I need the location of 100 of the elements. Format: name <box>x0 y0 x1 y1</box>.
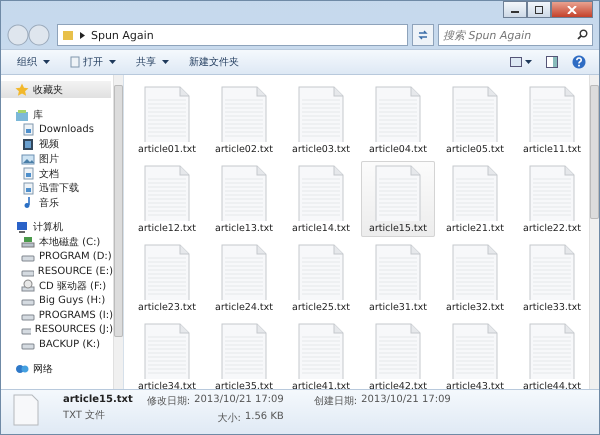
text-file-icon <box>144 323 190 379</box>
file-item[interactable]: article21.txt <box>438 161 512 237</box>
sidebar-item[interactable]: Big Guys (H:) <box>1 293 113 308</box>
file-item[interactable]: article14.txt <box>284 161 358 237</box>
field-label: 创建日期: <box>314 394 358 408</box>
text-file-icon <box>529 86 575 142</box>
text-file-icon <box>529 165 575 221</box>
text-file-icon <box>452 244 498 300</box>
cd-drive-icon <box>21 279 35 292</box>
star-icon <box>15 83 29 96</box>
text-file-icon <box>298 165 344 221</box>
text-file-icon <box>13 394 39 426</box>
text-file-icon <box>529 244 575 300</box>
file-item[interactable]: article05.txt <box>438 82 512 158</box>
computer-icon <box>15 220 29 234</box>
address-path: Spun Again <box>91 28 154 42</box>
sidebar-item[interactable]: 图片 <box>1 152 113 166</box>
file-item[interactable]: article35.txt <box>207 319 281 389</box>
text-file-icon <box>298 244 344 300</box>
text-file-icon <box>144 86 190 142</box>
field-label: 修改日期: <box>146 394 190 408</box>
sidebar-item[interactable]: 音乐 <box>1 196 113 210</box>
sidebar-item[interactable]: RESOURCE (E:) <box>1 264 113 279</box>
toolbar-button[interactable]: 共享 <box>128 53 177 71</box>
address-bar[interactable]: Spun Again <box>57 24 408 46</box>
file-item[interactable]: article42.txt <box>361 319 435 389</box>
text-file-icon <box>452 86 498 142</box>
close-button[interactable] <box>551 1 593 18</box>
text-file-icon <box>298 323 344 379</box>
file-item[interactable]: article04.txt <box>361 82 435 158</box>
field-value: 2013/10/21 17:09 <box>194 394 284 407</box>
sidebar-item[interactable]: 计算机 <box>1 220 113 235</box>
scrollbar[interactable] <box>589 75 599 389</box>
file-name: article15.txt <box>63 394 133 405</box>
sidebar-item[interactable]: 网络 <box>1 362 113 376</box>
file-item[interactable]: article13.txt <box>207 161 281 237</box>
file-item[interactable]: article02.txt <box>207 82 281 158</box>
file-item[interactable]: article03.txt <box>284 82 358 158</box>
sidebar-item[interactable]: BACKUP (K:) <box>1 336 113 352</box>
file-item[interactable]: article41.txt <box>284 319 358 389</box>
text-file-icon <box>298 86 344 142</box>
file-item[interactable]: article24.txt <box>207 240 281 316</box>
drive-icon <box>21 236 35 249</box>
file-item[interactable]: article34.txt <box>130 319 204 389</box>
refresh-icon <box>417 30 429 40</box>
file-item[interactable]: article33.txt <box>515 240 589 316</box>
text-file-icon <box>452 165 498 221</box>
text-file-icon <box>221 86 267 142</box>
help-icon <box>572 55 586 69</box>
file-item[interactable]: article44.txt <box>515 319 589 389</box>
file-item[interactable]: article23.txt <box>130 240 204 316</box>
sidebar-item[interactable]: 本地磁盘 (C:) <box>1 234 113 250</box>
toolbar-button[interactable]: 组织 <box>9 53 58 71</box>
text-file-icon <box>221 165 267 221</box>
preview-pane-icon <box>546 56 558 68</box>
text-file-icon <box>221 244 267 300</box>
chevron-right-icon <box>80 32 85 38</box>
sidebar-item[interactable]: 库 <box>1 108 113 123</box>
sidebar-item[interactable]: Downloads <box>1 122 113 138</box>
text-file-icon <box>375 165 421 221</box>
library-icon <box>15 108 29 122</box>
text-file-icon <box>144 244 190 300</box>
file-item[interactable]: article15.txt <box>361 161 435 237</box>
text-file-icon <box>144 165 190 221</box>
scrollbar[interactable] <box>113 75 123 389</box>
maximize-icon <box>534 6 544 14</box>
sidebar-item[interactable]: 文档 <box>1 166 113 181</box>
toolbar-button[interactable]: 新建文件夹 <box>181 53 260 71</box>
text-file-icon <box>452 323 498 379</box>
folder-icon <box>62 29 74 41</box>
file-item[interactable]: article22.txt <box>515 161 589 237</box>
sidebar-item[interactable]: PROGRAMS (I:) <box>1 308 113 322</box>
text-file-icon <box>375 244 421 300</box>
file-item[interactable]: article25.txt <box>284 240 358 316</box>
toolbar-button[interactable]: 打开 <box>62 53 124 71</box>
file-item[interactable]: article01.txt <box>130 82 204 158</box>
file-item[interactable]: article43.txt <box>438 319 512 389</box>
document-icon <box>21 167 35 180</box>
document-icon <box>70 56 80 68</box>
sidebar-item[interactable]: RESOURCES (J:) <box>1 322 113 337</box>
search-field[interactable]: 搜索 Spun Again <box>438 24 593 46</box>
sidebar-item[interactable]: PROGRAM (D:) <box>1 249 113 264</box>
sidebar-item[interactable]: CD 驱动器 (F:) <box>1 278 113 294</box>
maximize-button[interactable] <box>527 1 551 18</box>
sidebar-item[interactable]: 迅雷下载 <box>1 180 113 196</box>
document-icon <box>21 123 35 136</box>
film-icon <box>21 138 35 151</box>
sidebar-item[interactable]: 收藏夹 <box>1 81 111 98</box>
file-item[interactable]: article12.txt <box>130 161 204 237</box>
picture-icon <box>21 152 35 166</box>
text-file-icon <box>221 323 267 379</box>
document-icon <box>21 182 35 195</box>
file-item[interactable]: article31.txt <box>361 240 435 316</box>
minimize-button[interactable] <box>503 1 527 18</box>
refresh-button[interactable] <box>412 24 434 46</box>
file-item[interactable]: article32.txt <box>438 240 512 316</box>
file-item[interactable]: article11.txt <box>515 82 589 158</box>
sidebar-item[interactable]: 视频 <box>1 137 113 152</box>
field-value: 2013/10/21 17:09 <box>361 394 451 407</box>
file-type: TXT 文件 <box>63 408 106 422</box>
